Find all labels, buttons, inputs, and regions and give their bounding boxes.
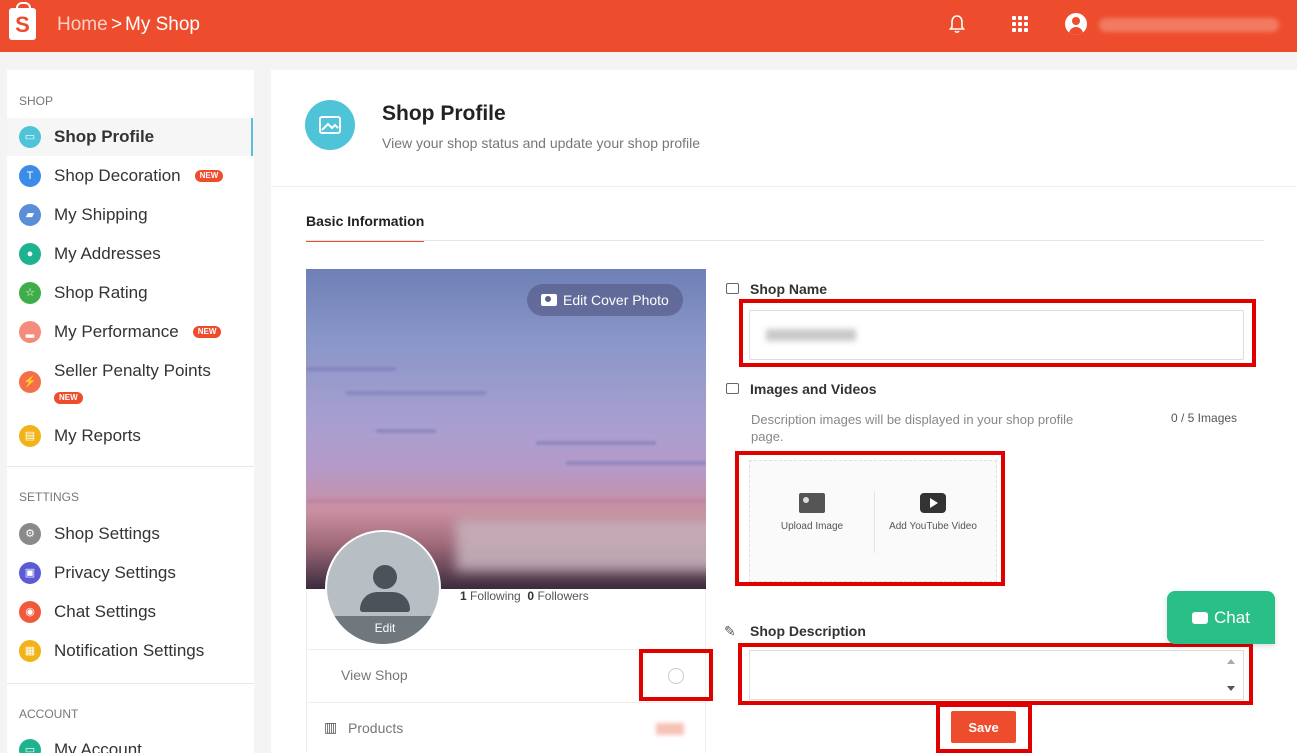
sidebar-item-shop-settings[interactable]: ⚙ Shop Settings <box>7 515 254 553</box>
images-videos-label: Images and Videos <box>750 381 877 397</box>
shopee-logo[interactable]: S <box>9 2 36 40</box>
highlight-media-upload <box>735 451 1005 586</box>
follow-stats: 1 Following 0 Followers <box>460 589 589 603</box>
sidebar-item-my-addresses[interactable]: ● My Addresses <box>7 235 254 273</box>
edit-cover-photo-button[interactable]: Edit Cover Photo <box>527 284 683 316</box>
following-count: 1 <box>460 589 467 603</box>
sidebar-item-notification-settings[interactable]: ▦ Notification Settings <box>7 632 254 670</box>
star-icon: ☆ <box>19 282 41 304</box>
camera-icon <box>541 294 557 306</box>
breadcrumb-separator: > <box>111 14 123 35</box>
sidebar-item-label: Shop Decoration <box>54 166 181 185</box>
chat-button[interactable]: Chat <box>1167 591 1275 644</box>
sidebar-item-label: Shop Settings <box>54 524 160 543</box>
shop-profile-icon: ▭ <box>19 126 41 148</box>
sidebar-item-label: Seller Penalty Points <box>54 361 211 380</box>
sidebar-item-my-performance[interactable]: ▂ My Performance NEW <box>7 313 254 351</box>
highlight-shop-description <box>738 643 1253 705</box>
images-count: 0 / 5 Images <box>1171 411 1238 425</box>
sidebar-section-settings: SETTINGS <box>19 490 80 504</box>
shop-description-label: Shop Description <box>750 623 866 639</box>
avatar-edit-button[interactable]: Edit <box>327 616 439 644</box>
tab-underline <box>306 240 1264 241</box>
shop-avatar[interactable]: Edit <box>325 530 441 646</box>
breadcrumb-current: My Shop <box>125 14 200 35</box>
sidebar-item-seller-penalty-points[interactable]: ⚡ Seller Penalty Points NEW <box>7 352 254 408</box>
shop-name-label: Shop Name <box>750 281 828 297</box>
edit-cover-photo-label: Edit Cover Photo <box>563 292 669 308</box>
sidebar-item-my-account[interactable]: ▭ My Account <box>7 731 254 753</box>
page-title: Shop Profile <box>382 102 506 125</box>
sidebar-item-label: Notification Settings <box>54 641 205 660</box>
top-bar: S Home > My Shop <box>0 0 1297 52</box>
sidebar-item-privacy-settings[interactable]: ▣ Privacy Settings <box>7 554 254 592</box>
apps-grid-icon[interactable] <box>1012 16 1028 32</box>
breadcrumb-home[interactable]: Home <box>57 14 108 36</box>
sidebar-item-label: My Shipping <box>54 205 148 224</box>
highlight-save-button <box>936 703 1032 753</box>
sidebar-item-label: Shop Rating <box>54 283 148 302</box>
location-icon: ● <box>19 243 41 265</box>
following-label: Following <box>470 589 521 603</box>
sidebar-section-shop: SHOP <box>19 94 54 108</box>
sidebar-divider <box>7 466 254 467</box>
pencil-icon: ✎ <box>724 623 736 639</box>
sidebar-item-label: My Reports <box>54 426 141 445</box>
products-count-redacted <box>656 723 684 735</box>
sidebar: SHOP ▭ Shop Profile T Shop Decoration NE… <box>7 70 254 753</box>
lock-icon: ▣ <box>19 562 41 584</box>
new-badge: NEW <box>192 326 222 338</box>
tab-basic-information[interactable]: Basic Information <box>306 213 425 242</box>
sidebar-item-my-reports[interactable]: ▤ My Reports <box>7 417 254 455</box>
shop-profile-header-icon <box>305 100 355 150</box>
sidebar-item-chat-settings[interactable]: ◉ Chat Settings <box>7 593 254 631</box>
followers-count: 0 <box>527 589 535 603</box>
chart-icon: ▂ <box>19 321 41 343</box>
chat-settings-icon: ◉ <box>19 601 41 623</box>
username-redacted[interactable] <box>1099 18 1279 32</box>
new-badge: NEW <box>194 170 224 182</box>
truck-icon: ▰ <box>19 204 41 226</box>
sidebar-item-label: My Account <box>54 740 142 753</box>
sidebar-item-label: My Performance <box>54 322 179 341</box>
chat-label: Chat <box>1214 607 1250 627</box>
new-badge: NEW <box>54 392 83 404</box>
shop-name-redacted <box>456 519 706 571</box>
images-icon <box>726 383 739 394</box>
followers-label: Followers <box>537 589 589 603</box>
products-row[interactable]: ▥ Products <box>306 702 706 753</box>
sidebar-item-label: Chat Settings <box>54 602 157 621</box>
sidebar-item-shop-decoration[interactable]: T Shop Decoration NEW <box>7 157 254 195</box>
highlight-view-shop-icon <box>639 649 713 701</box>
sidebar-item-shop-rating[interactable]: ☆ Shop Rating <box>7 274 254 312</box>
bell-icon[interactable] <box>949 14 965 34</box>
sidebar-item-label: Privacy Settings <box>54 563 176 582</box>
view-shop-label: View Shop <box>341 667 408 683</box>
products-label: Products <box>348 720 404 736</box>
sidebar-item-my-shipping[interactable]: ▰ My Shipping <box>7 196 254 234</box>
sidebar-item-label: My Addresses <box>54 244 161 263</box>
penalty-icon: ⚡ <box>19 371 41 393</box>
chat-icon <box>1192 611 1209 624</box>
sidebar-divider <box>7 683 254 684</box>
report-icon: ▤ <box>19 425 41 447</box>
sidebar-section-account: ACCOUNT <box>19 707 79 721</box>
header-divider <box>271 186 1297 187</box>
sidebar-item-shop-profile[interactable]: ▭ Shop Profile <box>7 118 254 156</box>
sidebar-item-label: Shop Profile <box>54 127 155 146</box>
main-content: Shop Profile View your shop status and u… <box>271 70 1297 753</box>
highlight-shop-name <box>739 299 1256 367</box>
gear-icon: ⚙ <box>19 523 41 545</box>
user-avatar-icon[interactable] <box>1065 13 1087 35</box>
images-description: Description images will be displayed in … <box>751 412 1074 444</box>
notification-icon: ▦ <box>19 640 41 662</box>
products-icon: ▥ <box>324 719 338 735</box>
page-subtitle: View your shop status and update your sh… <box>382 135 701 151</box>
account-icon: ▭ <box>19 739 41 753</box>
shop-name-icon <box>726 283 739 294</box>
brush-icon: T <box>19 165 41 187</box>
